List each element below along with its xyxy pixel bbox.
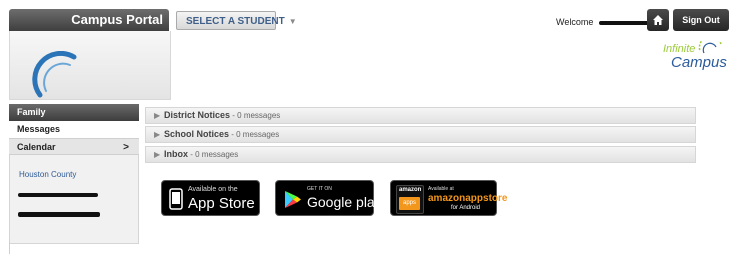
brand-panel (9, 31, 171, 100)
app-store-big-text: App Store (188, 195, 255, 212)
caret-down-icon: ▼ (288, 17, 297, 26)
google-play-big-text: Google play (307, 194, 382, 210)
notice-title-text: Inbox (164, 149, 188, 159)
welcome-text: Welcome (556, 17, 653, 27)
welcome-label: Welcome (556, 17, 594, 27)
amazon-logo-text: amazon (399, 187, 422, 193)
inbox-panel[interactable]: ▶ Inbox - 0 messages (145, 146, 696, 163)
sidebar: Family Messages Calendar > Houston Count… (9, 104, 139, 244)
chevron-right-icon: > (123, 142, 129, 153)
notice-title: Inbox - 0 messages (164, 149, 238, 159)
sign-out-button[interactable]: Sign Out (673, 9, 729, 31)
home-button[interactable] (647, 9, 669, 31)
amazon-sub-text: for Android (451, 205, 481, 211)
campus-portal-bar: Campus Portal (9, 9, 169, 31)
notice-count: - 0 messages (230, 111, 281, 120)
district-notices-panel[interactable]: ▶ District Notices - 0 messages (145, 107, 696, 124)
redacted-school-link[interactable] (18, 193, 98, 197)
google-play-icon (285, 191, 301, 208)
amazon-small-text: Available at (428, 186, 454, 192)
amazon-apps-icon: amazon apps (396, 185, 424, 214)
sidebar-item-messages[interactable]: Messages (9, 121, 139, 138)
sidebar-item-calendar[interactable]: Calendar > (9, 138, 139, 155)
left-divider (9, 239, 10, 254)
select-student-label: SELECT A STUDENT (186, 16, 285, 27)
arrow-right-icon: ▶ (154, 111, 161, 120)
header: Campus Portal SELECT A STUDENT ▼ Welcome … (0, 0, 731, 100)
notice-count: - 0 messages (188, 150, 239, 159)
redacted-user-name (598, 20, 653, 25)
app-store-badge[interactable]: Available on the App Store (161, 180, 260, 216)
notice-title-text: District Notices (164, 110, 231, 120)
sidebar-item-label: Calendar (17, 142, 56, 152)
school-link-houston-county[interactable]: Houston County (19, 170, 76, 179)
home-icon (653, 15, 663, 25)
arrow-right-icon: ▶ (154, 130, 161, 139)
sidebar-item-label: Family (17, 107, 46, 117)
arrow-right-icon: ▶ (154, 150, 161, 159)
notice-title: District Notices - 0 messages (164, 110, 280, 120)
amazon-apps-tile: apps (399, 197, 420, 210)
school-list: Houston County (9, 155, 139, 244)
amazon-appstore-badge[interactable]: amazon apps Available at amazonappstore … (390, 180, 507, 216)
apple-icon (169, 188, 183, 210)
redacted-school-link[interactable] (18, 212, 100, 217)
amazon-big-text: amazonappstore (428, 193, 508, 204)
brand-title: Campus Portal (71, 12, 163, 27)
google-play-small-text: GET IT ON (307, 186, 332, 192)
campus-arc-logo-icon (32, 51, 77, 98)
school-notices-panel[interactable]: ▶ School Notices - 0 messages (145, 126, 696, 143)
notice-title: School Notices - 0 messages (164, 129, 279, 139)
google-play-badge[interactable]: GET IT ON Google play (275, 180, 382, 216)
infinite-campus-logo: Infinite Campus (650, 40, 730, 76)
sidebar-item-label: Messages (17, 124, 61, 134)
sidebar-item-family[interactable]: Family (9, 104, 139, 121)
notice-count: - 0 messages (229, 130, 280, 139)
notice-title-text: School Notices (164, 129, 230, 139)
app-store-small-text: Available on the (188, 186, 238, 193)
logo-arc-icon (698, 41, 722, 54)
select-student-dropdown[interactable]: SELECT A STUDENT ▼ (176, 11, 297, 30)
amazon-apps-label: apps (403, 200, 417, 206)
